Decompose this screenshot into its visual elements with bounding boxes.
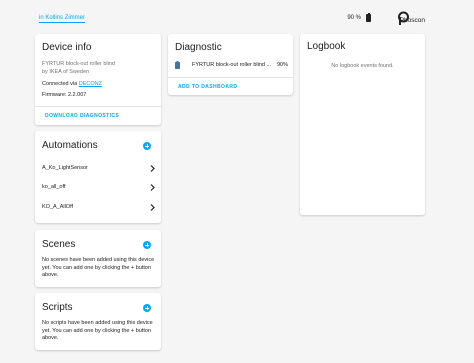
entity-row[interactable]: FYRTUR block-out roller blind ... 90% [175,59,288,71]
scripts-card: Scripts No scripts have been added using… [35,293,161,350]
chevron-right-icon [150,164,155,172]
card-title: Device info [42,42,92,53]
device-info-card: Device info FYRTUR block-out roller blin… [35,34,161,125]
top-bar: in Kollins Zimmer 90 % Phoscon [0,0,474,34]
automation-name: A_Ko_LightSensor [42,165,88,171]
add-automation-button[interactable] [143,142,151,150]
card-title: Logbook [307,41,346,52]
list-item[interactable]: A_Ko_LightSensor [42,161,155,175]
device-model: FYRTUR block-out roller blind [42,61,115,67]
divider [35,106,161,107]
brand-name: Phoscon [399,17,425,24]
empty-message: No logbook events found. [331,63,394,69]
automations-card: Automations A_Ko_LightSensor ko_all_off … [35,131,161,223]
battery-icon [366,12,371,22]
entity-name: FYRTUR block-out roller blind ... [192,62,272,68]
entity-value: 90% [276,62,288,68]
empty-message: No scripts have been added using this de… [42,320,153,341]
card-title: Automations [42,140,98,151]
automation-name: ko_all_off [42,184,66,190]
battery-percent: 90 % [347,15,361,21]
scenes-card: Scenes No scenes have been added using t… [35,230,161,287]
empty-message: No scenes have been added using this dev… [42,257,155,278]
connected-prefix: Connected via [42,81,79,87]
battery-status: 90 % [347,12,381,22]
chevron-right-icon [150,183,155,191]
connected-link[interactable]: DECONZ [79,81,102,87]
device-manufacturer: by IKEA of Sweden [42,69,90,75]
list-item[interactable]: KO_A_AllOff [42,200,155,214]
automation-name: KO_A_AllOff [42,204,74,210]
divider [168,77,293,78]
firmware-version: Firmware: 2.2.007 [42,92,87,98]
download-diagnostics-button[interactable]: DOWNLOAD DIAGNOSTICS [45,113,119,119]
area-link[interactable]: in Kollins Zimmer [39,15,86,23]
add-to-dashboard-button[interactable]: ADD TO DASHBOARD [178,84,237,90]
battery-icon [175,61,180,69]
list-item[interactable]: ko_all_off [42,180,155,194]
card-title: Diagnostic [175,42,222,53]
connected-via: Connected via DECONZ [42,81,102,89]
logbook-card: Logbook No logbook events found. [300,34,425,215]
add-script-button[interactable] [143,304,151,312]
card-title: Scenes [42,239,76,250]
chevron-right-icon [150,203,155,211]
diagnostic-card: Diagnostic FYRTUR block-out roller blind… [168,34,293,95]
card-title: Scripts [42,302,73,313]
add-scene-button[interactable] [143,241,151,249]
